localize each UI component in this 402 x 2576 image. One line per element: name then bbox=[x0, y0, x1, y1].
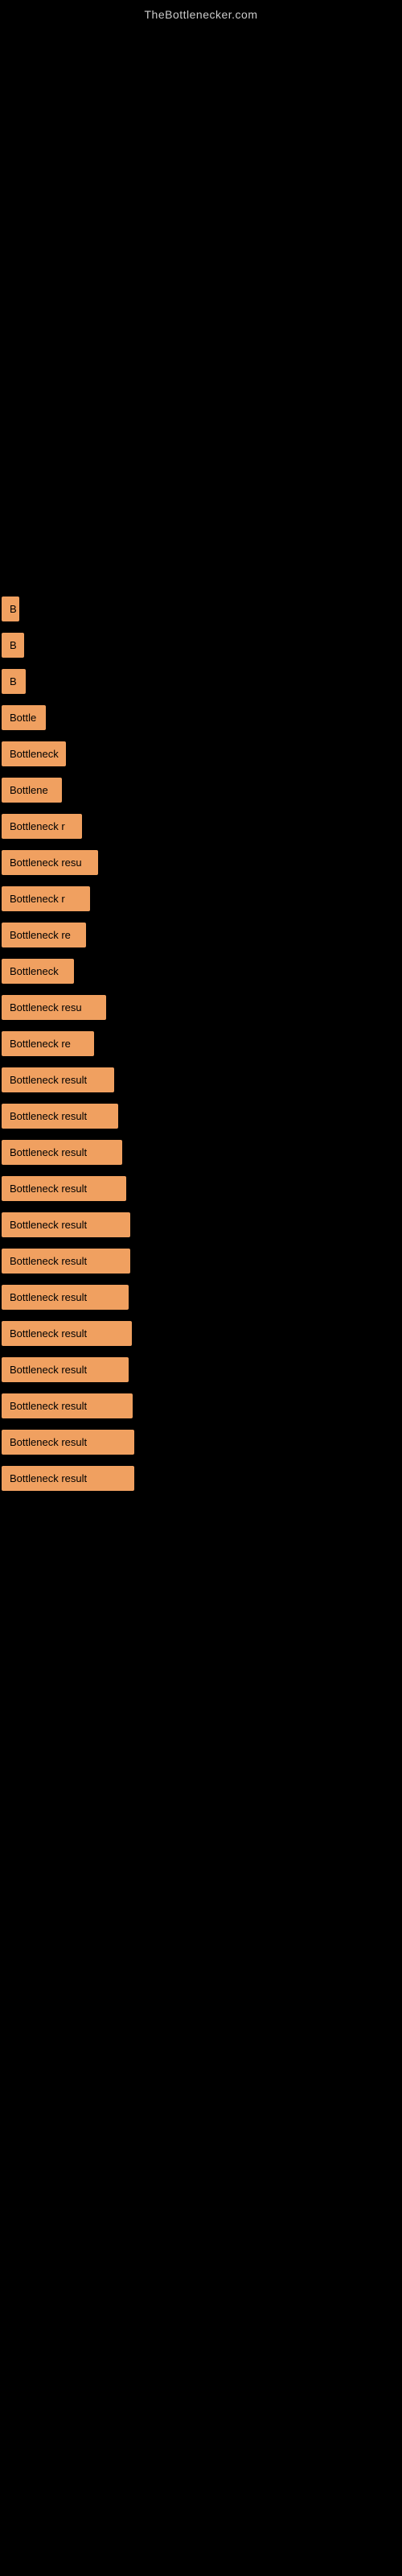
result-row-5: Bottleneck bbox=[0, 741, 402, 771]
bottleneck-result-badge[interactable]: Bottleneck result bbox=[2, 1321, 132, 1346]
bottleneck-result-badge[interactable]: Bottlene bbox=[2, 778, 62, 803]
result-row-22: Bottleneck result bbox=[0, 1357, 402, 1387]
bottleneck-result-badge[interactable]: Bottleneck result bbox=[2, 1249, 130, 1274]
bottleneck-result-badge[interactable]: Bottleneck re bbox=[2, 1031, 94, 1056]
bottleneck-result-badge[interactable]: Bottleneck bbox=[2, 959, 74, 984]
bottleneck-result-badge[interactable]: Bottleneck r bbox=[2, 886, 90, 911]
bottleneck-result-badge[interactable]: Bottleneck result bbox=[2, 1140, 122, 1165]
bottleneck-result-badge[interactable]: Bottleneck result bbox=[2, 1430, 134, 1455]
bottleneck-result-badge[interactable]: B bbox=[2, 633, 24, 658]
result-row-1: B bbox=[0, 597, 402, 626]
result-row-13: Bottleneck re bbox=[0, 1031, 402, 1061]
result-row-23: Bottleneck result bbox=[0, 1393, 402, 1423]
result-row-25: Bottleneck result bbox=[0, 1466, 402, 1496]
bottleneck-result-badge[interactable]: Bottleneck result bbox=[2, 1176, 126, 1201]
result-row-6: Bottlene bbox=[0, 778, 402, 807]
result-row-16: Bottleneck result bbox=[0, 1140, 402, 1170]
bottleneck-result-badge[interactable]: Bottleneck resu bbox=[2, 995, 106, 1020]
result-row-11: Bottleneck bbox=[0, 959, 402, 989]
result-row-4: Bottle bbox=[0, 705, 402, 735]
result-row-20: Bottleneck result bbox=[0, 1285, 402, 1315]
result-row-10: Bottleneck re bbox=[0, 923, 402, 952]
bottleneck-result-badge[interactable]: Bottleneck resu bbox=[2, 850, 98, 875]
result-row-2: B bbox=[0, 633, 402, 663]
bottleneck-result-badge[interactable]: Bottleneck result bbox=[2, 1212, 130, 1237]
bottleneck-result-badge[interactable]: Bottleneck result bbox=[2, 1357, 129, 1382]
result-row-19: Bottleneck result bbox=[0, 1249, 402, 1278]
result-row-14: Bottleneck result bbox=[0, 1067, 402, 1097]
bottleneck-result-badge[interactable]: Bottleneck result bbox=[2, 1067, 114, 1092]
main-chart-area bbox=[0, 25, 402, 588]
site-title: TheBottlenecker.com bbox=[0, 0, 402, 25]
bottleneck-result-badge[interactable]: Bottleneck result bbox=[2, 1466, 134, 1491]
bottleneck-result-badge[interactable]: Bottleneck r bbox=[2, 814, 82, 839]
bottleneck-result-badge[interactable]: Bottleneck result bbox=[2, 1393, 133, 1418]
result-row-3: B bbox=[0, 669, 402, 699]
bottleneck-result-badge[interactable]: B bbox=[2, 669, 26, 694]
bottleneck-result-badge[interactable]: Bottleneck bbox=[2, 741, 66, 766]
bottleneck-result-badge[interactable]: Bottleneck re bbox=[2, 923, 86, 947]
bottleneck-result-badge[interactable]: B bbox=[2, 597, 19, 621]
result-row-24: Bottleneck result bbox=[0, 1430, 402, 1459]
result-row-15: Bottleneck result bbox=[0, 1104, 402, 1133]
bottleneck-result-badge[interactable]: Bottleneck result bbox=[2, 1104, 118, 1129]
result-row-7: Bottleneck r bbox=[0, 814, 402, 844]
bottleneck-result-badge[interactable]: Bottle bbox=[2, 705, 46, 730]
bottleneck-result-badge[interactable]: Bottleneck result bbox=[2, 1285, 129, 1310]
result-row-9: Bottleneck r bbox=[0, 886, 402, 916]
result-row-8: Bottleneck resu bbox=[0, 850, 402, 880]
result-row-17: Bottleneck result bbox=[0, 1176, 402, 1206]
result-row-18: Bottleneck result bbox=[0, 1212, 402, 1242]
result-row-21: Bottleneck result bbox=[0, 1321, 402, 1351]
result-row-12: Bottleneck resu bbox=[0, 995, 402, 1025]
results-list: BBBBottleBottleneckBottleneBottleneck rB… bbox=[0, 588, 402, 1510]
